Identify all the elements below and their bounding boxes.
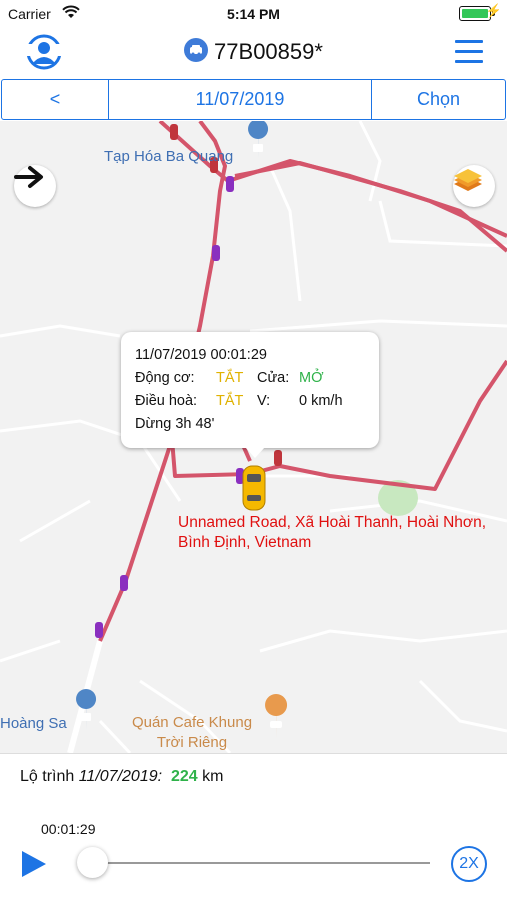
route-distance: 224 — [170, 768, 198, 785]
current-vehicle-marker[interactable] — [242, 465, 266, 511]
distance-unit: km — [202, 768, 224, 785]
route-date: 11/07/2019: — [78, 768, 163, 785]
vehicle-title: 77B00859* — [0, 38, 507, 65]
speed-label: V: — [257, 393, 271, 409]
map-layers-button[interactable] — [453, 165, 495, 207]
date-selector: < 11/07/2019 Chọn — [1, 79, 506, 120]
nav-bar: 77B00859* — [0, 26, 507, 78]
stop-duration: Dừng 3h 48' — [135, 416, 215, 432]
poi-label-hoang-sa: Hoàng Sa — [0, 715, 67, 732]
playback-slider-track[interactable] — [94, 862, 430, 864]
menu-icon[interactable] — [455, 40, 483, 70]
route-label: Lộ trình — [20, 768, 75, 785]
play-icon[interactable] — [22, 851, 46, 877]
elapsed-time: 00:01:29 — [41, 821, 96, 837]
choose-date-button[interactable]: Chọn — [372, 80, 505, 119]
ac-label: Điều hoà: — [135, 393, 198, 409]
address-label: Unnamed Road, Xã Hoài Thanh, Hoài Nhơn, … — [178, 513, 507, 553]
ac-value: TẮT — [216, 393, 244, 409]
route-summary: Lộ trình 11/07/2019: 224 km — [20, 768, 223, 786]
direction-button[interactable] — [14, 165, 56, 207]
poi-pin-cafe[interactable] — [265, 694, 288, 739]
door-label: Cửa: — [257, 370, 290, 386]
map-view[interactable]: Tạp Hóa Ba Quang Hoàng Sa Quán Cafe Khun… — [0, 121, 507, 753]
address-text: Unnamed Road, Xã Hoài Thanh, Hoài Nhơn, … — [178, 514, 487, 551]
popup-engine-row: Động cơ: — [135, 370, 194, 386]
vehicle-plate: 77B00859* — [214, 39, 323, 64]
previous-day-button[interactable]: < — [2, 80, 109, 119]
selected-date-button[interactable]: 11/07/2019 — [109, 80, 372, 119]
engine-label: Động cơ: — [135, 370, 195, 386]
poi-label-shop: Tạp Hóa Ba Quang — [104, 148, 234, 165]
playback-slider-thumb[interactable] — [77, 847, 108, 878]
poi-pin-shop[interactable] — [248, 121, 269, 159]
poi-label-cafe: Quán Cafe Khung Trời Riêng — [131, 714, 253, 751]
playback-panel: Lộ trình 11/07/2019: 224 km 00:01:29 2X — [0, 753, 507, 901]
playback-speed-button[interactable]: 2X — [451, 846, 487, 882]
status-bar: Carrier 5:14 PM ⚡ — [0, 0, 507, 26]
clock: 5:14 PM — [227, 6, 280, 22]
arrow-right-icon — [14, 166, 43, 188]
popup-tail — [245, 447, 265, 458]
charging-icon: ⚡ — [485, 3, 502, 18]
layers-icon — [454, 169, 482, 191]
door-value: MỞ — [299, 370, 324, 386]
vehicle-info-popup: 11/07/2019 00:01:29 Động cơ: TẮT Cửa: MỞ… — [121, 332, 379, 458]
car-icon — [184, 38, 209, 62]
popup-datetime: 11/07/2019 00:01:29 — [135, 347, 267, 363]
engine-value: TẮT — [216, 370, 244, 386]
speed-value: 0 km/h — [299, 393, 343, 409]
